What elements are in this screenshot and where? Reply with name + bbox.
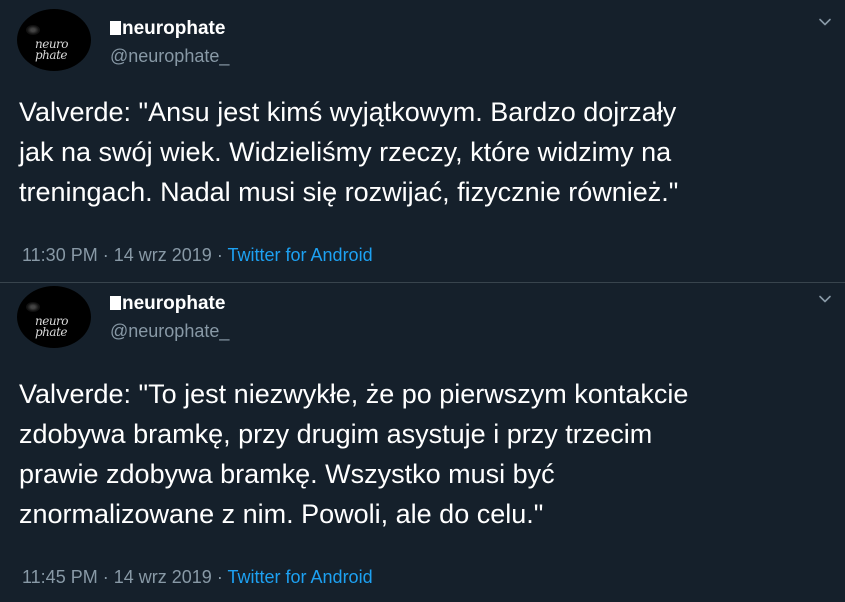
user-handle[interactable]: @neurophate_ — [110, 46, 229, 67]
eye-graphic — [26, 302, 40, 312]
tweet-meta: 11:45 PM · 14 wrz 2019 · Twitter for And… — [22, 567, 373, 588]
chevron-down-icon[interactable] — [817, 14, 833, 30]
tweet-date[interactable]: 14 wrz 2019 — [114, 245, 212, 265]
tweet-meta: 11:30 PM · 14 wrz 2019 · Twitter for And… — [22, 245, 373, 266]
display-name-text: neurophate — [122, 18, 226, 39]
tweet-thread: neuro phate neurophate @neurophate_ Valv… — [0, 0, 845, 602]
user-handle[interactable]: @neurophate_ — [110, 321, 229, 342]
chevron-down-icon[interactable] — [817, 291, 833, 307]
meta-separator: · — [102, 245, 109, 265]
avatar[interactable]: neuro phate — [17, 286, 91, 348]
avatar-logo: neuro phate — [35, 314, 69, 339]
tweet-time[interactable]: 11:45 PM — [22, 567, 98, 587]
tweet-date[interactable]: 14 wrz 2019 — [114, 567, 212, 587]
tweet-text: Valverde: "To jest niezwykłe, że po pier… — [19, 379, 689, 529]
tweet-source-link[interactable]: Twitter for Android — [228, 567, 373, 587]
meta-separator: · — [216, 245, 223, 265]
display-name[interactable]: neurophate — [110, 18, 225, 40]
avatar-logo: neuro phate — [35, 37, 69, 62]
avatar[interactable]: neuro phate — [17, 9, 91, 71]
meta-separator: · — [216, 567, 223, 587]
meta-separator: · — [102, 567, 109, 587]
eye-graphic — [26, 25, 40, 35]
tweet-1[interactable]: neuro phate neurophate @neurophate_ Valv… — [0, 0, 845, 282]
tweet-time[interactable]: 11:30 PM — [22, 245, 98, 265]
display-name-text: neurophate — [122, 293, 226, 314]
name-emoji-icon — [110, 21, 121, 35]
display-name[interactable]: neurophate — [110, 293, 225, 315]
name-emoji-icon — [110, 296, 121, 310]
tweet-2[interactable]: neuro phate neurophate @neurophate_ Valv… — [0, 282, 845, 602]
tweet-source-link[interactable]: Twitter for Android — [228, 245, 373, 265]
tweet-text: Valverde: "Ansu jest kimś wyjątkowym. Ba… — [19, 97, 679, 207]
